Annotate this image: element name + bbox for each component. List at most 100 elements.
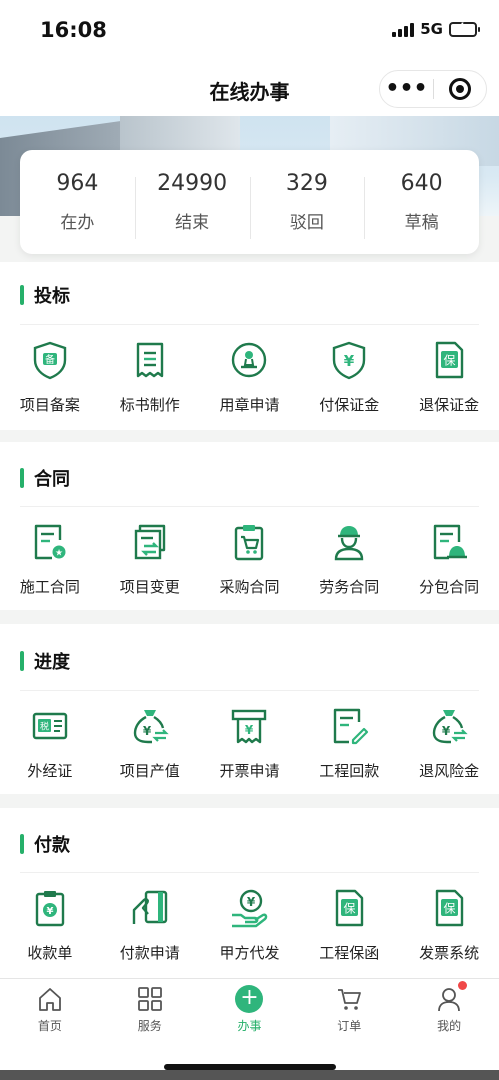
shield-yen-icon: ¥ (333, 341, 366, 380)
receipt-yen-icon: ¥ (35, 891, 65, 927)
stats-card: 964 在办 24990 结束 329 驳回 640 草稿 (20, 150, 479, 254)
item-label: 甲方代发 (219, 944, 280, 962)
stat-finished[interactable]: 24990 结束 (134, 171, 250, 239)
plus-icon: + (235, 985, 264, 1013)
stat-label: 结束 (175, 213, 210, 233)
svg-text:保: 保 (344, 902, 356, 916)
stat-draft[interactable]: 640 草稿 (364, 171, 479, 239)
contract-icon: ★ (34, 524, 66, 560)
item-project-change[interactable]: 项目变更 (100, 522, 200, 597)
stat-label: 驳回 (289, 213, 324, 233)
svg-text:保: 保 (444, 354, 456, 368)
item-bid-document[interactable]: 标书制作 (100, 340, 200, 415)
tab-mine[interactable]: 我的 (399, 979, 499, 1050)
money-bag-icon: ¥ (133, 710, 169, 744)
item-pay-deposit[interactable]: ¥ 付保证金 (299, 340, 399, 415)
doc-bao-icon: 保 (435, 341, 464, 379)
item-payment-request[interactable]: 付款申请 (100, 888, 200, 963)
item-refund-deposit[interactable]: 保 退保证金 (399, 340, 499, 415)
section-bidding: 投标 备 项目备案 标书制作 用章申请 ¥ 付保证金 保 退保证金 (0, 262, 499, 430)
item-label: 劳务合同 (319, 578, 380, 596)
tab-label: 我的 (437, 1019, 462, 1033)
bottom-strip (0, 1070, 499, 1080)
section-payment: 付款 ¥ 收款单 付款申请 ¥ 甲方代发 保 工程保函 保 发票系统 (0, 808, 499, 978)
section-title: 合同 (20, 465, 70, 491)
doc-helmet-icon (433, 524, 468, 560)
item-project-payment-return[interactable]: 工程回款 (299, 706, 399, 781)
svg-text:¥: ¥ (46, 906, 53, 917)
tab-home[interactable]: 首页 (0, 979, 100, 1050)
svg-text:备: 备 (45, 353, 55, 366)
item-label: 项目变更 (119, 578, 180, 596)
stat-rejected[interactable]: 329 驳回 (249, 171, 365, 239)
item-project-filing[interactable]: 备 项目备案 (0, 340, 100, 415)
tab-label: 订单 (337, 1019, 362, 1033)
target-icon (448, 78, 471, 100)
item-outbound-permit[interactable]: 税 外经证 (0, 706, 100, 781)
status-indicators: 5G ϟ (392, 20, 480, 38)
change-icon (134, 524, 165, 560)
item-invoice-system[interactable]: 保 发票系统 (399, 888, 499, 963)
stamp-icon (232, 342, 267, 378)
signal-icon (392, 21, 415, 37)
section-title: 付款 (20, 831, 70, 857)
svg-text:¥: ¥ (247, 895, 256, 909)
item-subcontract[interactable]: 分包合同 (399, 522, 499, 597)
stat-label: 草稿 (404, 213, 439, 233)
more-icon[interactable]: ••• (380, 72, 433, 106)
shield-bei-icon: 备 (33, 341, 67, 380)
stat-label: 在办 (60, 213, 95, 233)
section-contract: 合同 ★ 施工合同 项目变更 采购合同 劳务合同 分包合同 (0, 442, 499, 610)
stat-value: 24990 (157, 171, 228, 196)
item-label: 工程保函 (319, 944, 380, 962)
item-project-output[interactable]: ¥ 项目产值 (100, 706, 200, 781)
item-receipt[interactable]: ¥ 收款单 (0, 888, 100, 963)
item-party-a-payment[interactable]: ¥ 甲方代发 (200, 888, 300, 963)
item-label: 付款申请 (119, 944, 180, 962)
svg-text:¥: ¥ (245, 723, 254, 737)
mini-program-capsule: ••• (379, 70, 487, 108)
tab-bar: 首页 服务 + 办事 订单 我的 (0, 978, 499, 1050)
tab-label: 首页 (37, 1019, 62, 1033)
item-label: 收款单 (27, 944, 73, 962)
money-bag-refund-icon: ¥ (432, 710, 468, 744)
svg-text:¥: ¥ (442, 724, 451, 738)
item-label: 项目产值 (119, 762, 180, 780)
tab-affairs[interactable]: + 办事 (200, 979, 300, 1050)
item-label: 用章申请 (219, 396, 280, 414)
svg-text:税: 税 (40, 721, 49, 733)
item-label: 外经证 (27, 762, 73, 780)
tab-services[interactable]: 服务 (100, 979, 200, 1050)
doc-bao-icon: 保 (336, 889, 364, 927)
item-labor-contract[interactable]: 劳务合同 (299, 522, 399, 597)
svg-text:¥: ¥ (143, 724, 152, 738)
item-label: 退保证金 (419, 396, 480, 414)
item-label: 付保证金 (319, 396, 380, 414)
item-label: 标书制作 (119, 396, 180, 414)
grid-icon (137, 987, 162, 1011)
item-label: 施工合同 (19, 578, 80, 596)
section-title: 投标 (20, 282, 70, 308)
item-invoice-request[interactable]: ¥ 开票申请 (200, 706, 300, 781)
item-seal-request[interactable]: 用章申请 (200, 340, 300, 415)
svg-text:★: ★ (55, 549, 63, 559)
tab-label: 服务 (137, 1019, 162, 1033)
stat-value: 640 (400, 171, 443, 196)
item-construction-contract[interactable]: ★ 施工合同 (0, 522, 100, 597)
doc-pen-icon (334, 708, 369, 745)
user-icon (438, 988, 460, 1012)
item-project-guarantee[interactable]: 保 工程保函 (299, 888, 399, 963)
stat-in-progress[interactable]: 964 在办 (20, 171, 135, 233)
section-title: 进度 (20, 648, 70, 674)
item-label: 工程回款 (319, 762, 380, 780)
close-target-button[interactable] (434, 78, 486, 100)
item-refund-risk-fund[interactable]: ¥ 退风险金 (399, 706, 499, 781)
section-progress: 进度 税 外经证 ¥ 项目产值 ¥ 开票申请 工程回款 ¥ 退风险金 (0, 624, 499, 794)
item-label: 退风险金 (419, 762, 480, 780)
item-purchase-contract[interactable]: 采购合同 (200, 522, 300, 597)
tab-orders[interactable]: 订单 (299, 979, 399, 1050)
doc-bao-icon: 保 (435, 889, 464, 927)
cart-icon (338, 989, 362, 1010)
item-label: 发票系统 (419, 944, 480, 962)
status-bar: 16:08 5G ϟ (0, 0, 499, 62)
